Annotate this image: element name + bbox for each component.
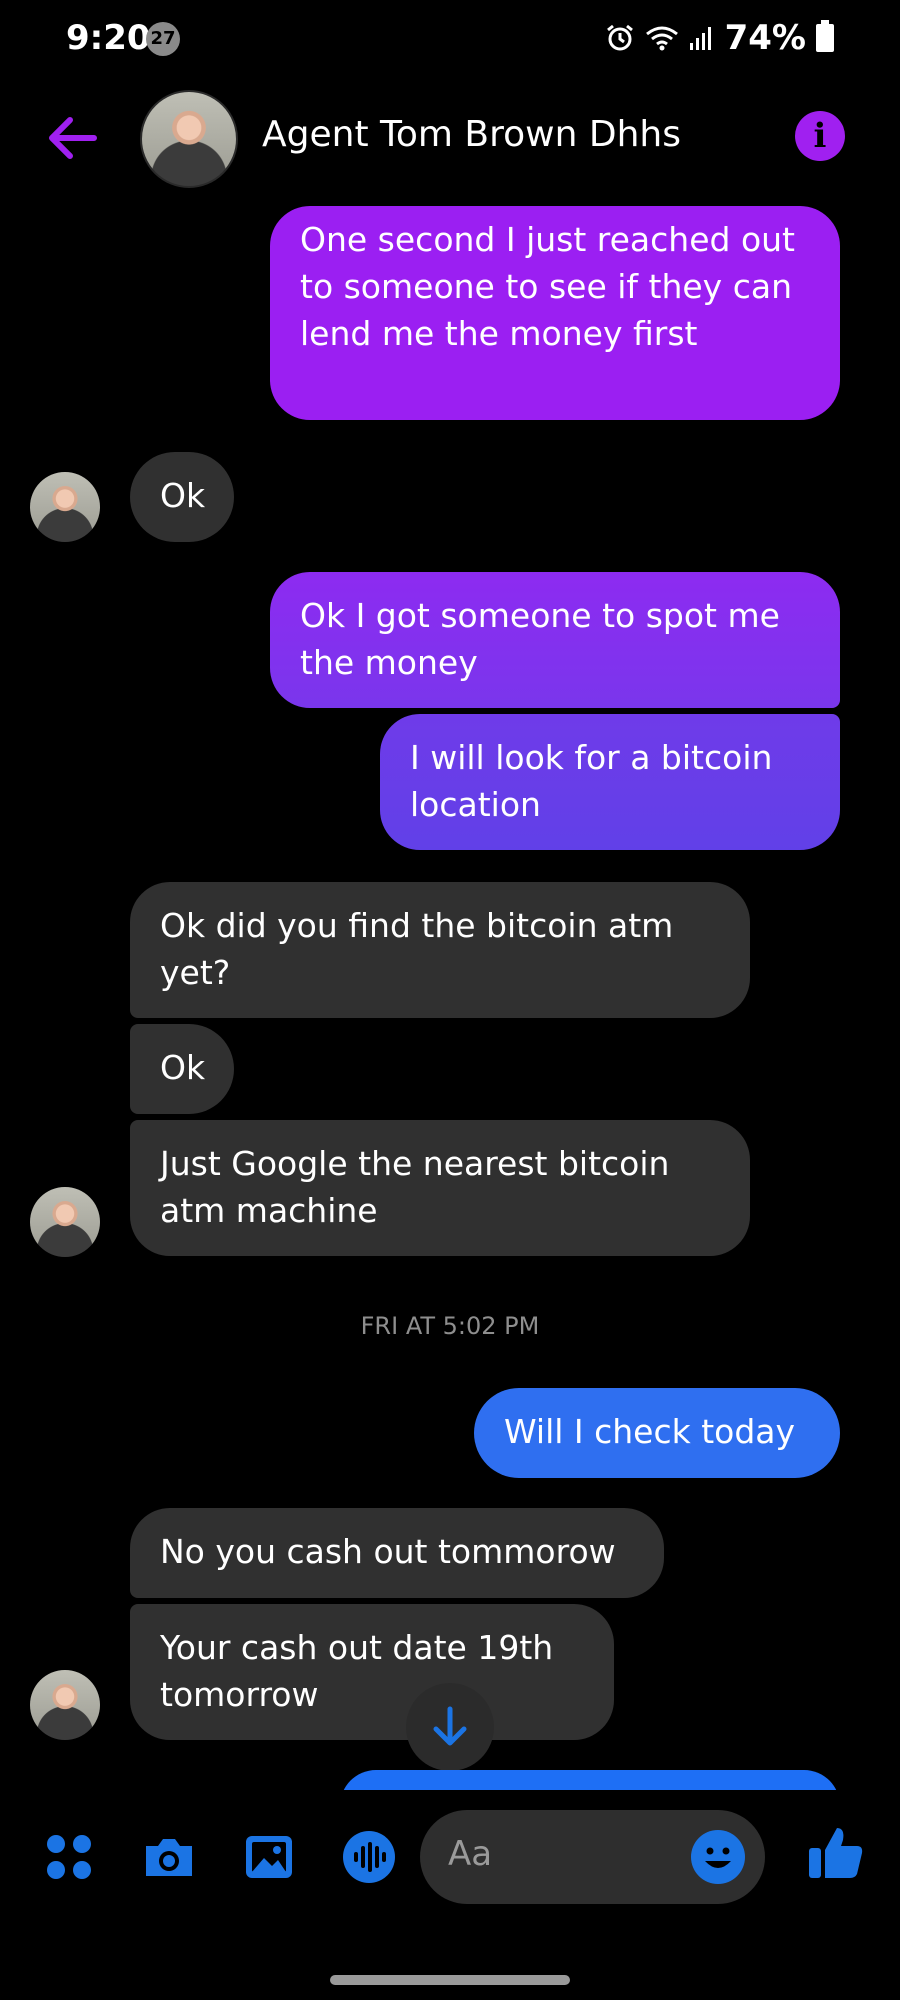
message-bubble-outgoing[interactable]: Will I check today: [474, 1388, 840, 1478]
battery-icon: [816, 20, 834, 52]
message-bubble-incoming[interactable]: Ok did you find the bitcoin atm yet?: [130, 882, 750, 1018]
notification-count-badge: 27: [146, 22, 180, 56]
battery-percent: 74%: [724, 18, 806, 58]
message-bubble-outgoing[interactable]: Ok I got someone to spot me the money: [270, 572, 840, 708]
message-bubble-incoming[interactable]: Your cash out date 19th tomorrow: [130, 1604, 614, 1740]
voice-message-icon[interactable]: [340, 1828, 398, 1886]
chat-header: Agent Tom Brown Dhhs i: [0, 80, 900, 200]
message-input[interactable]: Aa: [420, 1810, 765, 1904]
timestamp-divider: FRI AT 5:02 PM: [360, 1312, 540, 1340]
contact-avatar-small[interactable]: [30, 472, 100, 542]
signal-icon: [689, 27, 711, 50]
info-icon[interactable]: i: [795, 111, 845, 161]
thumbs-up-icon[interactable]: [805, 1822, 867, 1884]
message-composer: Aa: [0, 1806, 900, 1906]
home-indicator[interactable]: [330, 1975, 570, 1985]
arrow-down-icon: [433, 1706, 467, 1746]
message-bubble-incoming[interactable]: Ok: [130, 452, 234, 542]
gallery-icon[interactable]: [240, 1828, 298, 1886]
contact-avatar-small[interactable]: [30, 1670, 100, 1740]
status-time: 9:20: [66, 18, 151, 58]
scroll-to-bottom-button[interactable]: [406, 1683, 494, 1771]
message-bubble-outgoing[interactable]: I will look for a bitcoin location: [380, 714, 840, 850]
contact-name[interactable]: Agent Tom Brown Dhhs: [262, 114, 681, 155]
camera-icon[interactable]: [140, 1828, 198, 1886]
back-arrow-icon[interactable]: [44, 110, 100, 166]
message-bubble-incoming[interactable]: Ok: [130, 1024, 234, 1114]
message-bubble-incoming[interactable]: Just Google the nearest bitcoin atm mach…: [130, 1120, 750, 1256]
contact-avatar-small[interactable]: [30, 1187, 100, 1257]
apps-grid-icon[interactable]: [40, 1828, 98, 1886]
status-icons: 74%: [605, 18, 834, 58]
status-bar: 9:20 27 74%: [0, 0, 900, 80]
message-bubble-incoming[interactable]: No you cash out tommorow: [130, 1508, 664, 1598]
alarm-icon: [606, 24, 633, 51]
emoji-icon[interactable]: [691, 1830, 745, 1884]
message-input-placeholder: Aa: [448, 1834, 493, 1874]
contact-avatar[interactable]: [140, 90, 238, 188]
wifi-icon: [645, 26, 678, 51]
message-bubble-outgoing[interactable]: One second I just reached out to someone…: [270, 206, 840, 420]
